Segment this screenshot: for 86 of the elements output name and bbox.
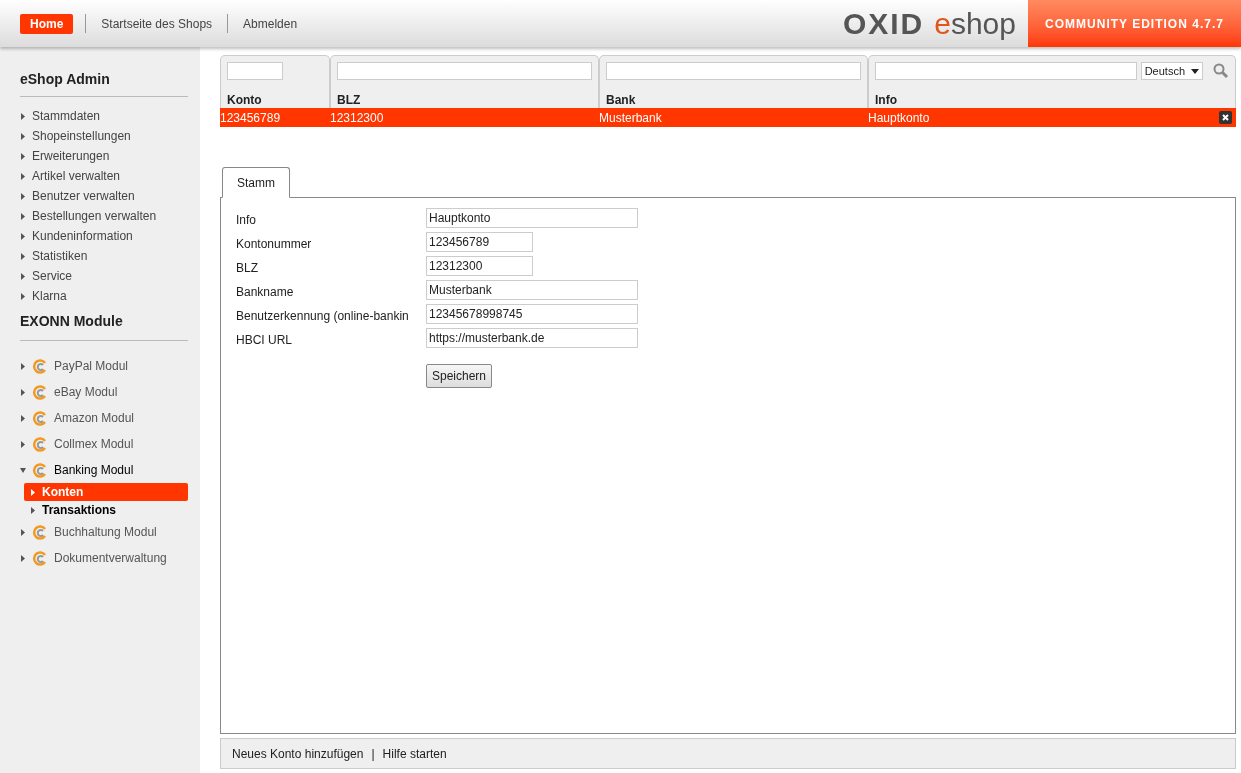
- caret-down-icon: [20, 466, 26, 474]
- nav-link[interactable]: Startseite des Shops: [86, 14, 228, 33]
- search-icon[interactable]: [1213, 63, 1229, 79]
- language-select[interactable]: Deutsch: [1140, 62, 1203, 80]
- submenu-item[interactable]: Konten: [24, 483, 188, 501]
- menu-item[interactable]: Shopeinstellungen: [20, 126, 188, 146]
- edition-banner: COMMUNITY EDITION 4.7.7: [1028, 0, 1241, 47]
- caret-right-icon: [20, 232, 26, 240]
- module-item[interactable]: Buchhaltung Modul: [20, 519, 188, 545]
- module-item[interactable]: eBay Modul: [20, 379, 188, 405]
- footer-link[interactable]: Hilfe starten: [382, 744, 447, 763]
- table-cell-text: Musterbank: [599, 109, 662, 127]
- caret-right-icon: [20, 440, 26, 448]
- swirl-icon: [32, 550, 48, 566]
- table-cell-text: 123456789: [220, 109, 281, 127]
- column-header: Deutsch Info: [868, 55, 1236, 108]
- caret-right-icon: [20, 554, 26, 562]
- section-title: EXONN Module: [20, 312, 124, 331]
- caret-right-icon: [20, 272, 26, 280]
- caret-right-icon: [20, 292, 26, 300]
- filter-field[interactable]: [337, 62, 592, 80]
- column-header: Konto: [220, 55, 330, 108]
- caret-right-icon: [20, 112, 26, 120]
- caret-down-icon: [1191, 68, 1199, 74]
- menu-item[interactable]: Kundeninformation: [20, 226, 188, 246]
- field-label: BLZ: [236, 261, 258, 275]
- nav-link[interactable]: Abmelden: [228, 14, 313, 33]
- swirl-icon: [32, 436, 48, 452]
- caret-right-icon: [20, 212, 26, 220]
- save-button[interactable]: Speichern: [426, 364, 492, 388]
- swirl-icon: [32, 384, 48, 400]
- caret-right-icon: [20, 414, 26, 422]
- module-item[interactable]: Amazon Modul: [20, 405, 188, 431]
- menu-item[interactable]: Service: [20, 266, 188, 286]
- caret-right-icon: [20, 388, 26, 396]
- field-label: Benutzerkennung (online-bankin: [236, 309, 409, 323]
- caret-right-icon: [20, 172, 26, 180]
- caret-right-icon: [20, 152, 26, 160]
- text-field[interactable]: Hauptkonto: [426, 208, 638, 228]
- menu-item[interactable]: Stammdaten: [20, 106, 188, 126]
- text-field[interactable]: Musterbank: [426, 280, 638, 300]
- sidebar-title: eShop Admin: [20, 70, 111, 89]
- caret-right-icon: [30, 488, 36, 496]
- filter-field[interactable]: [606, 62, 861, 80]
- caret-right-icon: [30, 506, 36, 514]
- module-item[interactable]: PayPal Modul: [20, 353, 188, 379]
- table-cell-text: 12312300: [330, 109, 384, 127]
- delete-icon[interactable]: [1219, 111, 1232, 124]
- swirl-icon: [32, 410, 48, 426]
- text-field[interactable]: 12345678998745: [426, 304, 638, 324]
- caret-right-icon: [20, 528, 26, 536]
- footer-link[interactable]: Neues Konto hinzufügen: [232, 744, 364, 763]
- swirl-icon: [32, 524, 48, 540]
- field-label: HBCI URL: [236, 333, 292, 347]
- menu-item[interactable]: Artikel verwalten: [20, 166, 188, 186]
- nav-link[interactable]: Home: [20, 13, 74, 34]
- table-row[interactable]: 123456789 12312300 Musterbank Hauptkonto: [220, 108, 1236, 127]
- menu-item[interactable]: Erweiterungen: [20, 146, 188, 166]
- menu-item[interactable]: Statistiken: [20, 246, 188, 266]
- module-item[interactable]: Collmex Modul: [20, 431, 188, 457]
- caret-right-icon: [20, 132, 26, 140]
- table-cell-text: Hauptkonto: [868, 109, 930, 127]
- text-field[interactable]: https://musterbank.de: [426, 328, 638, 348]
- field-label: Info: [236, 213, 256, 227]
- swirl-icon: [32, 462, 48, 478]
- caret-right-icon: [20, 252, 26, 260]
- text-field[interactable]: 12312300: [426, 256, 533, 276]
- field-label: Kontonummer: [236, 237, 312, 251]
- menu-item[interactable]: Klarna: [20, 286, 188, 306]
- tab[interactable]: Stamm: [222, 167, 290, 198]
- menu-item[interactable]: Benutzer verwalten: [20, 186, 188, 206]
- caret-right-icon: [20, 192, 26, 200]
- column-header: BLZ: [330, 55, 599, 108]
- module-item[interactable]: Dokumentverwaltung: [20, 545, 188, 571]
- column-header: Bank: [599, 55, 868, 108]
- filter-field[interactable]: [227, 62, 283, 80]
- text-field[interactable]: 123456789: [426, 232, 533, 252]
- filter-field[interactable]: [875, 62, 1137, 80]
- caret-right-icon: [20, 362, 26, 370]
- submenu-item[interactable]: Transaktions: [24, 501, 188, 519]
- separator: |: [371, 745, 375, 763]
- module-item[interactable]: Banking Modul: [20, 457, 188, 483]
- swirl-icon: [32, 358, 48, 374]
- menu-item[interactable]: Bestellungen verwalten: [20, 206, 188, 226]
- field-label: Bankname: [236, 285, 294, 299]
- logo: OXID eshop: [842, 8, 1016, 39]
